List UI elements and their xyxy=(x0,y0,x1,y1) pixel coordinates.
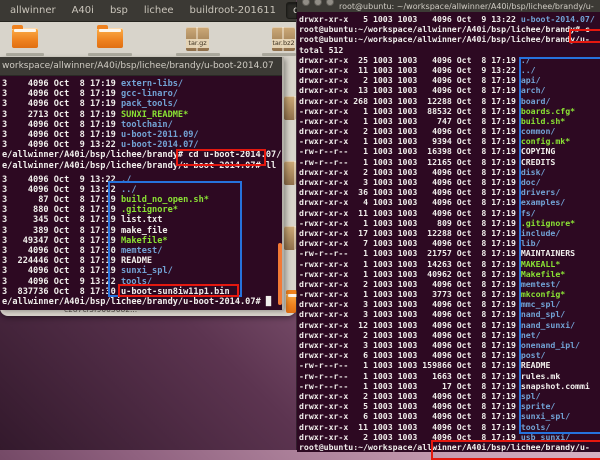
terminal-line: 3 2713 Oct 8 17:19 SUNXI_README* xyxy=(2,110,282,120)
folder-icon[interactable] xyxy=(97,28,123,48)
partial-folder-icon xyxy=(286,293,296,313)
terminal-line: e/allwinner/A40i/bsp/lichee/brandy/u-boo… xyxy=(2,297,282,307)
terminal-line: 3 4096 Oct 8 17:19 pack_tools/ xyxy=(2,99,282,109)
window-close-icon[interactable] xyxy=(302,0,310,6)
left-terminal-titlebar[interactable]: workspace/allwinner/A40i/bsp/lichee/bran… xyxy=(0,57,282,76)
window-maximize-icon[interactable] xyxy=(326,0,334,6)
right-terminal-titlebar[interactable]: root@ubuntu: ~/workspace/allwinner/A40i/… xyxy=(297,0,600,12)
annotation-red-box-bottom-prompt xyxy=(431,440,600,460)
annotation-blue-box-listing xyxy=(108,181,242,297)
annotation-red-box-prompt-path xyxy=(569,29,600,43)
icon-caption-fragment xyxy=(176,53,220,56)
terminal-line: root@ubuntu:~/workspace/allwinner/A40i/b… xyxy=(299,24,600,34)
breadcrumb-item-a40i[interactable]: A40i xyxy=(66,3,100,18)
archive-label: tar.gz xyxy=(186,39,209,48)
partial-archive-icon xyxy=(284,226,296,250)
icon-caption-fragment xyxy=(6,53,44,56)
partial-archive-icon xyxy=(284,161,296,185)
terminal-line: 3 4096 Oct 8 17:19 gcc-linaro/ xyxy=(2,89,282,99)
annotation-red-box-prompt-path xyxy=(176,149,266,166)
annotation-red-box-uboot-bin xyxy=(118,284,239,297)
left-terminal-window: workspace/allwinner/A40i/bsp/lichee/bran… xyxy=(0,57,284,309)
breadcrumb-item-lichee[interactable]: lichee xyxy=(138,3,180,18)
partial-archive-icon xyxy=(284,96,296,120)
terminal-line: root@ubuntu:~/workspace/allwinner/A40i/b… xyxy=(299,34,600,44)
folder-icon[interactable] xyxy=(12,28,38,48)
terminal-line: 3 4096 Oct 8 17:19 toolchain/ xyxy=(2,120,282,130)
terminal-line: 3 4096 Oct 8 17:19 u-boot-2011.09/ xyxy=(2,130,282,140)
archive-tar-bz2-icon[interactable]: tar.bz2 xyxy=(272,27,295,51)
icon-caption-fragment xyxy=(262,53,296,56)
scrollbar-thumb[interactable] xyxy=(278,243,282,305)
archive-tar-gz-icon[interactable]: tar.gz xyxy=(186,27,209,51)
terminal-line: drwxr-xr-x 5 1003 1003 4096 Oct 9 13:22 … xyxy=(299,14,600,24)
terminal-line: total 512 xyxy=(299,45,600,55)
terminal-line: 3 4096 Oct 8 17:19 extern-libs/ xyxy=(2,79,282,89)
icon-caption-fragment xyxy=(88,53,132,56)
breadcrumb-item-bsp[interactable]: bsp xyxy=(104,3,134,18)
right-terminal-window: root@ubuntu: ~/workspace/allwinner/A40i/… xyxy=(296,0,600,450)
annotation-blue-box-filenames xyxy=(519,57,600,434)
window-minimize-icon[interactable] xyxy=(314,0,322,6)
breadcrumb-item-allwinner[interactable]: allwinner xyxy=(4,3,62,18)
breadcrumb-item-buildroot[interactable]: buildroot-201611 xyxy=(184,3,282,18)
breadcrumb: allwinner A40i bsp lichee buildroot-2016… xyxy=(0,0,296,22)
archive-label: tar.bz2 xyxy=(272,39,295,48)
left-terminal-title: workspace/allwinner/A40i/bsp/lichee/bran… xyxy=(2,61,274,71)
right-terminal-title: root@ubuntu: ~/workspace/allwinner/A40i/… xyxy=(339,2,594,11)
